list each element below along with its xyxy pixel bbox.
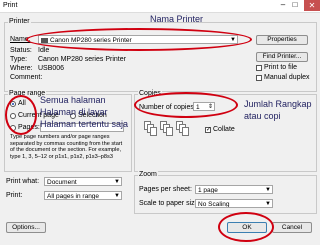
print-to-file-label: Print to file bbox=[264, 64, 298, 71]
chevron-down-icon: ▼ bbox=[265, 201, 271, 207]
ok-highlight bbox=[218, 212, 274, 242]
annotation-atau-copi: atau copi bbox=[244, 111, 281, 121]
status-value: Idle bbox=[38, 47, 50, 54]
zoom-group bbox=[134, 175, 317, 214]
manual-duplex-label: Manual duplex bbox=[264, 74, 310, 81]
print-select[interactable]: All pages in range ▼ bbox=[44, 191, 122, 200]
manual-duplex-checkbox[interactable] bbox=[256, 75, 262, 81]
page-range-hint: Type page numbers and/or page ranges sep… bbox=[10, 134, 123, 160]
annotation-halaman-tertentu: Halaman tertentu saja bbox=[40, 119, 129, 129]
title-bar: Print – □ ✕ bbox=[0, 0, 320, 13]
print-label: Print: bbox=[6, 192, 23, 199]
page-range-highlight bbox=[5, 95, 37, 135]
printer-group-label: Printer bbox=[8, 18, 31, 25]
annotation-semua-halaman: Semua halaman bbox=[40, 95, 106, 105]
annotation-jumlah-rangkap: Jumlah Rangkap bbox=[244, 99, 312, 109]
options-button[interactable]: Options... bbox=[6, 222, 46, 233]
cancel-button[interactable]: Cancel bbox=[272, 222, 312, 233]
chevron-down-icon: ▼ bbox=[265, 187, 271, 193]
window-title: Print bbox=[3, 2, 18, 9]
print-what-select[interactable]: Document ▼ bbox=[44, 177, 122, 186]
chevron-down-icon: ▼ bbox=[114, 193, 120, 199]
scale-select[interactable]: No Scaling ▼ bbox=[195, 199, 273, 208]
print-what-label: Print what: bbox=[6, 178, 40, 185]
type-label: Type: bbox=[10, 56, 28, 63]
status-label: Status: bbox=[10, 47, 32, 54]
printer-name-highlight bbox=[26, 28, 252, 51]
pages-per-sheet-label: Pages per sheet: bbox=[139, 186, 192, 193]
pages-per-sheet-value: 1 page bbox=[198, 187, 218, 194]
annotation-halaman-di-layar: Halaman di layar bbox=[40, 107, 108, 117]
collate-label: Collate bbox=[213, 126, 235, 133]
scale-label: Scale to paper size: bbox=[139, 200, 201, 207]
maximize-button[interactable]: □ bbox=[290, 0, 300, 10]
scale-value: No Scaling bbox=[198, 201, 230, 208]
pages-per-sheet-select[interactable]: 1 page ▼ bbox=[195, 185, 273, 194]
minimize-button[interactable]: – bbox=[278, 0, 288, 10]
zoom-group-label: Zoom bbox=[138, 171, 158, 178]
print-to-file-checkbox[interactable] bbox=[256, 65, 262, 71]
where-label: Where: bbox=[10, 65, 33, 72]
copies-highlight bbox=[134, 92, 238, 118]
chevron-down-icon: ▼ bbox=[114, 179, 120, 185]
find-printer-button[interactable]: Find Printer... bbox=[256, 52, 308, 62]
comment-label: Comment: bbox=[10, 74, 43, 81]
collate-checkbox[interactable]: ✓ bbox=[205, 127, 211, 133]
print-value: All pages in range bbox=[47, 193, 100, 200]
print-what-value: Document bbox=[47, 179, 77, 186]
type-value: Canon MP280 series Printer bbox=[38, 56, 126, 63]
close-button[interactable]: ✕ bbox=[304, 0, 320, 11]
annotation-nama-printer: Nama Printer bbox=[150, 14, 204, 24]
where-value: USB006 bbox=[38, 65, 65, 72]
properties-button[interactable]: Properties bbox=[256, 35, 308, 45]
